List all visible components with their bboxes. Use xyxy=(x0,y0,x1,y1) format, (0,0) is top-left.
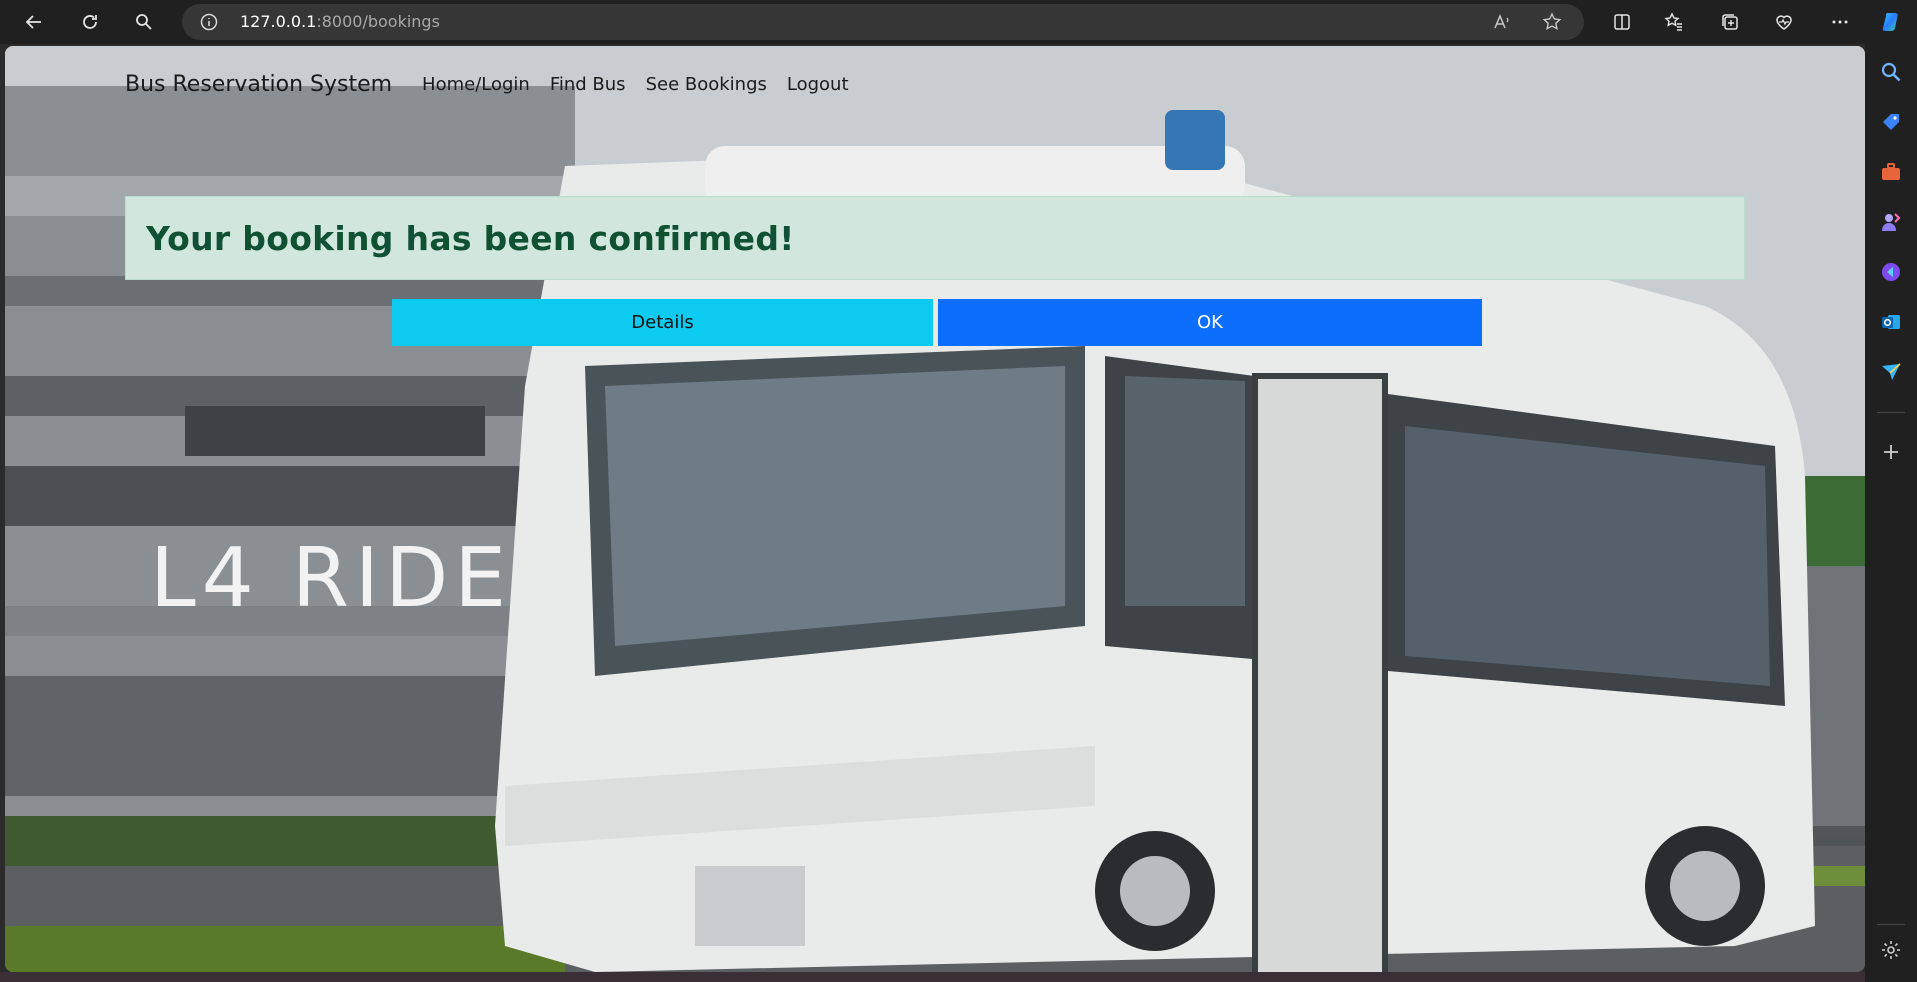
background-image: L4 RIDE xyxy=(5,46,1865,972)
navbar-brand[interactable]: Bus Reservation System xyxy=(125,72,392,97)
tools-briefcase-icon[interactable] xyxy=(1879,160,1903,184)
url-text[interactable]: 127.0.0.1:8000/bookings xyxy=(240,12,440,31)
success-alert: Your booking has been confirmed! xyxy=(125,196,1745,280)
search-icon[interactable] xyxy=(1879,60,1903,84)
browser-toolbar: 127.0.0.1:8000/bookings xyxy=(0,0,1917,44)
nav-link-see-bookings[interactable]: See Bookings xyxy=(646,74,767,95)
ok-button[interactable]: OK xyxy=(938,299,1482,346)
edge-sidebar xyxy=(1865,44,1917,982)
sidebar-divider xyxy=(1877,924,1905,925)
office-icon[interactable] xyxy=(1879,260,1903,284)
url-host: 127.0.0.1 xyxy=(240,12,317,31)
shopping-tag-icon[interactable] xyxy=(1879,110,1903,134)
outlook-icon[interactable] xyxy=(1879,310,1903,334)
favorites-icon[interactable] xyxy=(1660,8,1688,36)
nav-link-home-login[interactable]: Home/Login xyxy=(422,74,530,95)
games-icon[interactable] xyxy=(1879,210,1903,234)
navbar: Bus Reservation System Home/Login Find B… xyxy=(125,64,869,104)
favorite-star-icon[interactable] xyxy=(1542,12,1562,32)
nav-link-find-bus[interactable]: Find Bus xyxy=(550,74,626,95)
l4-ride-logo: L4 RIDE xyxy=(150,531,512,626)
confirmation-message: Your booking has been confirmed! xyxy=(146,218,795,258)
collections-icon[interactable] xyxy=(1716,8,1744,36)
page-viewport: L4 RIDE Bus Reservation System Home/Logi… xyxy=(5,46,1865,972)
more-icon[interactable] xyxy=(1826,8,1854,36)
window-bottom-edge xyxy=(0,972,1865,982)
split-screen-icon[interactable] xyxy=(1608,8,1636,36)
sidebar-divider xyxy=(1877,412,1905,413)
address-bar[interactable]: 127.0.0.1:8000/bookings xyxy=(182,4,1584,40)
refresh-icon[interactable] xyxy=(76,8,104,36)
copilot-icon[interactable] xyxy=(1878,8,1906,36)
search-icon[interactable] xyxy=(130,8,158,36)
details-button[interactable]: Details xyxy=(392,299,933,346)
send-icon[interactable] xyxy=(1879,360,1903,384)
back-icon[interactable] xyxy=(20,8,48,36)
info-icon[interactable] xyxy=(200,13,218,31)
browser-essentials-icon[interactable] xyxy=(1770,8,1798,36)
add-icon[interactable] xyxy=(1879,440,1903,464)
url-path: :8000/bookings xyxy=(316,12,440,31)
read-aloud-icon[interactable] xyxy=(1492,12,1512,32)
nav-link-logout[interactable]: Logout xyxy=(787,74,849,95)
settings-icon[interactable] xyxy=(1879,938,1903,962)
